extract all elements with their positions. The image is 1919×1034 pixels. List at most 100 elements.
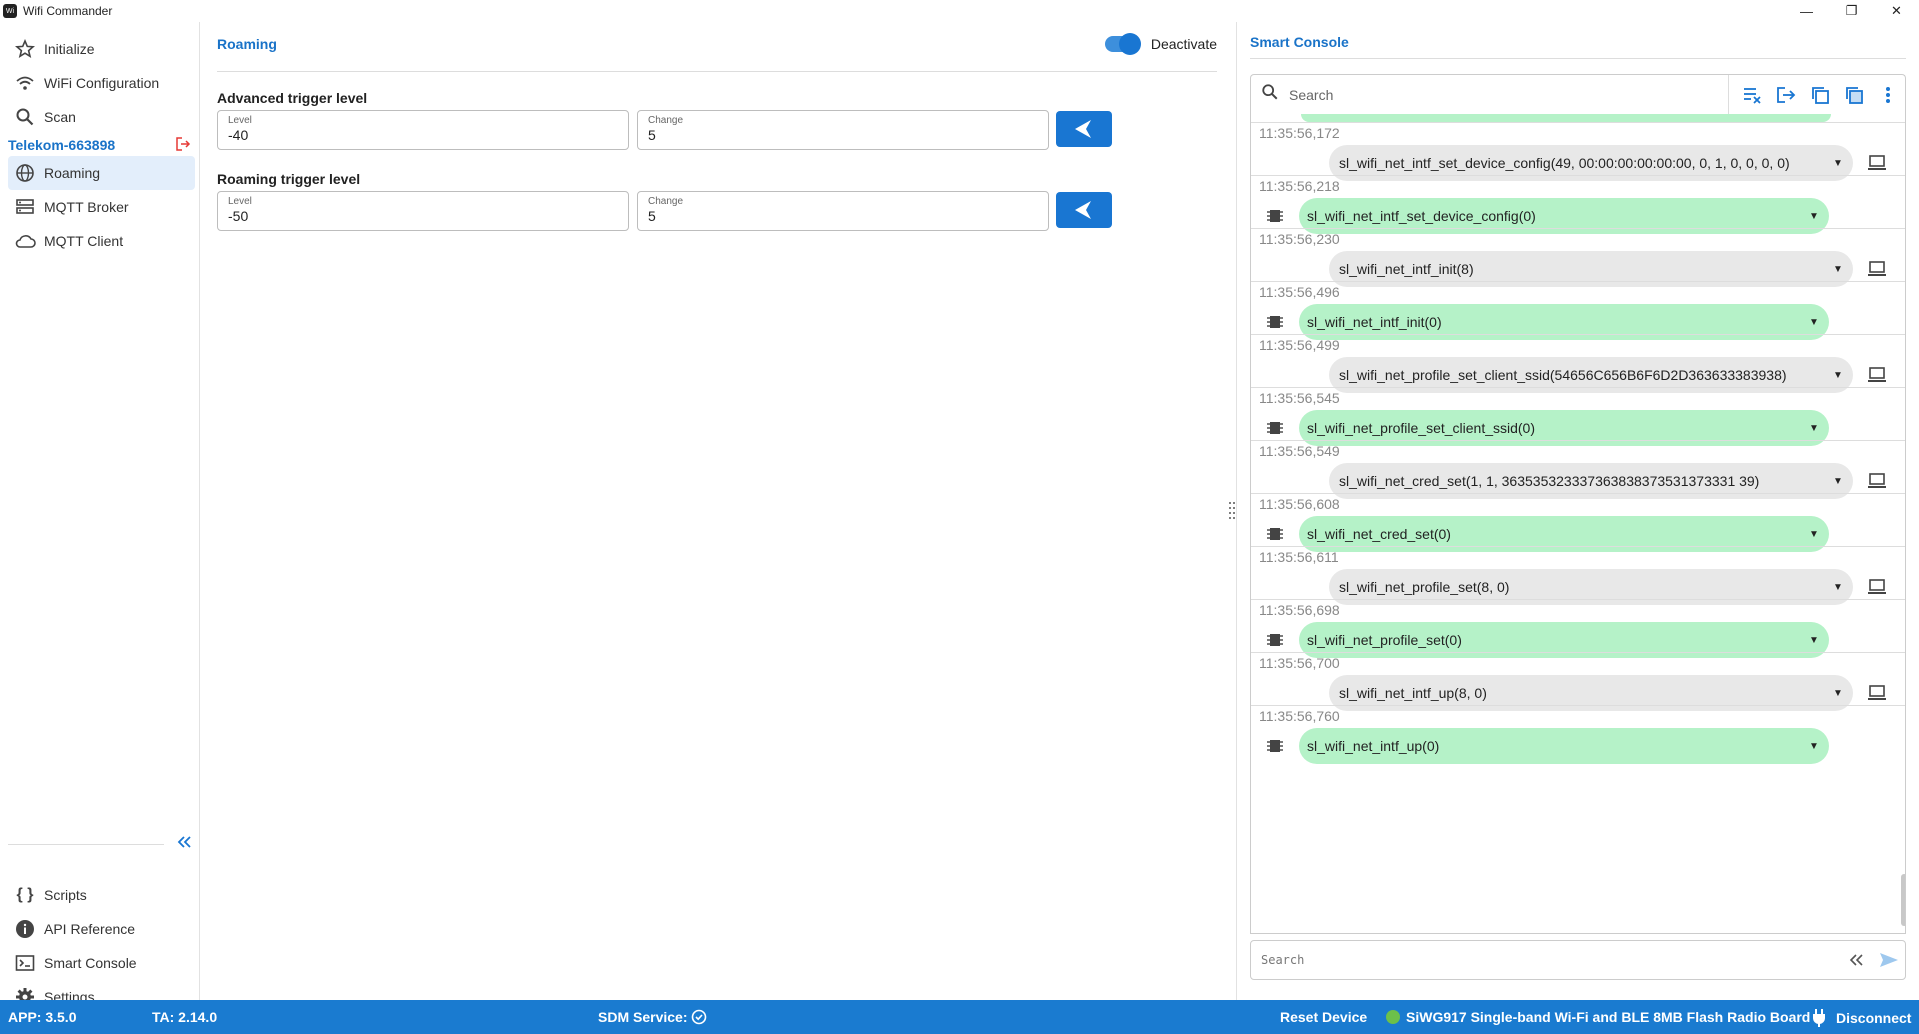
console-log[interactable]: 11:35:56,172 sl_wifi_net_intf_set_device_…: [1250, 114, 1906, 934]
computer-icon: [1867, 259, 1887, 279]
entry-text: sl_wifi_net_cred_set(1, 1, 3635353233373…: [1339, 473, 1760, 489]
device-chip-icon: [1265, 418, 1285, 438]
entry-timestamp: 11:35:56,611: [1259, 549, 1339, 565]
sidebar-item-roaming[interactable]: Roaming: [8, 156, 195, 190]
close-button[interactable]: ✕: [1874, 0, 1919, 22]
expand-chevron-icon[interactable]: ▼: [1823, 476, 1853, 487]
expand-chevron-icon[interactable]: ▼: [1823, 264, 1853, 275]
app-version: APP: 3.5.0: [8, 1009, 77, 1025]
cloud-icon: [14, 230, 36, 252]
status-bar: APP: 3.5.0 TA: 2.14.0 SDM Service: Reset…: [0, 1000, 1919, 1034]
entry-timestamp: 11:35:56,218: [1259, 178, 1340, 194]
device-name: Telekom-663898: [8, 137, 116, 153]
entry-timestamp: 11:35:56,172: [1259, 125, 1340, 141]
device-chip-icon: [1265, 206, 1285, 226]
sidebar-item-label: Roaming: [44, 165, 101, 181]
roaming-level-field[interactable]: Level -50: [217, 191, 629, 231]
export-icon[interactable]: [1769, 86, 1803, 104]
board-info: SiWG917 Single-band Wi-Fi and BLE 8MB Fl…: [1386, 1009, 1810, 1025]
board-icon: [1386, 1010, 1400, 1024]
search-icon: [14, 106, 36, 128]
sidebar-item-label: MQTT Client: [44, 233, 124, 249]
plug-icon: [1813, 1009, 1825, 1027]
sdm-service-label: SDM Service:: [598, 1009, 688, 1025]
app-icon: Wi: [3, 4, 17, 18]
deactivate-label: Deactivate: [1150, 36, 1217, 52]
entry-timestamp: 11:35:56,499: [1259, 337, 1340, 353]
expand-chevron-icon[interactable]: ▼: [1799, 211, 1829, 222]
command-input[interactable]: Search: [1261, 953, 1841, 967]
copy-all-icon[interactable]: [1803, 86, 1837, 104]
sidebar-item-wifi-configuration[interactable]: WiFi Configuration: [0, 66, 199, 100]
response-bubble[interactable]: sl_wifi_net_intf_up(0) ▼: [1299, 728, 1829, 764]
entry-timestamp: 11:35:56,700: [1259, 655, 1340, 671]
apply-roaming-button[interactable]: [1056, 192, 1112, 228]
deactivate-toggle[interactable]: [1104, 33, 1141, 55]
copy-selected-icon[interactable]: [1837, 86, 1871, 104]
panel-splitter[interactable]: [1228, 500, 1236, 520]
expand-chevron-icon[interactable]: ▼: [1823, 582, 1853, 593]
entry-timestamp: 11:35:56,760: [1259, 708, 1340, 724]
disconnect-label: Disconnect: [1836, 1010, 1912, 1026]
history-back-icon[interactable]: [1841, 952, 1873, 968]
apply-advanced-button[interactable]: [1056, 111, 1112, 147]
sidebar-item-api-reference[interactable]: API Reference: [0, 912, 200, 946]
advanced-level-field[interactable]: Level -40: [217, 110, 629, 150]
disconnect-button[interactable]: Disconnect: [1812, 1009, 1911, 1027]
console-search-input[interactable]: Search: [1289, 87, 1728, 103]
sidebar-item-smart-console[interactable]: Smart Console: [0, 946, 200, 980]
field-value: 5: [648, 208, 656, 224]
entry-text: sl_wifi_net_intf_init(8): [1339, 261, 1474, 277]
computer-icon: [1867, 365, 1887, 385]
sidebar-collapse-row: [8, 834, 194, 855]
console-scrollbar[interactable]: [1901, 874, 1905, 926]
send-icon: [1075, 201, 1091, 219]
sidebar-item-label: MQTT Broker: [44, 199, 129, 215]
roaming-trigger-label: Roaming trigger level: [217, 171, 361, 187]
expand-chevron-icon[interactable]: ▼: [1823, 158, 1853, 169]
collapse-sidebar-icon[interactable]: [176, 834, 194, 855]
window-title: Wifi Commander: [23, 4, 113, 18]
entry-text: sl_wifi_net_profile_set_client_ssid(5465…: [1339, 367, 1787, 383]
more-options-icon[interactable]: [1871, 86, 1905, 104]
command-bar: Search: [1250, 940, 1906, 980]
console-search: Search: [1250, 74, 1906, 115]
entry-text: sl_wifi_net_intf_up(0): [1307, 738, 1440, 754]
sidebar-item-scripts[interactable]: { } Scripts: [0, 878, 200, 912]
entry-text: sl_wifi_net_intf_set_device_config(49, 0…: [1339, 155, 1790, 171]
computer-icon: [1867, 471, 1887, 491]
disconnect-device-icon[interactable]: [175, 136, 191, 155]
advanced-change-field[interactable]: Change 5: [637, 110, 1049, 150]
sidebar-item-label: Smart Console: [44, 955, 137, 971]
expand-chevron-icon[interactable]: ▼: [1799, 317, 1829, 328]
device-header: Telekom-663898: [0, 134, 199, 156]
roaming-change-field[interactable]: Change 5: [637, 191, 1049, 231]
expand-chevron-icon[interactable]: ▼: [1799, 741, 1829, 752]
send-command-icon[interactable]: [1873, 951, 1905, 969]
maximize-button[interactable]: ❐: [1829, 0, 1874, 22]
clear-log-icon[interactable]: [1735, 86, 1769, 104]
expand-chevron-icon[interactable]: ▼: [1799, 635, 1829, 646]
star-icon: [14, 38, 36, 60]
sidebar-item-mqtt-client[interactable]: MQTT Client: [0, 224, 199, 258]
sidebar-item-label: Initialize: [44, 41, 95, 57]
advanced-trigger-label: Advanced trigger level: [217, 90, 368, 106]
sidebar-item-label: WiFi Configuration: [44, 75, 160, 91]
entry-text: sl_wifi_net_profile_set(0): [1307, 632, 1462, 648]
computer-icon: [1867, 683, 1887, 703]
expand-chevron-icon[interactable]: ▼: [1799, 423, 1829, 434]
entry-timestamp: 11:35:56,545: [1259, 390, 1340, 406]
expand-chevron-icon[interactable]: ▼: [1799, 529, 1829, 540]
send-icon: [1075, 120, 1091, 138]
reset-device-button[interactable]: Reset Device: [1280, 1009, 1367, 1025]
minimize-button[interactable]: —: [1784, 0, 1829, 22]
sidebar-item-label: Scan: [44, 109, 76, 125]
server-icon: [14, 196, 36, 218]
sidebar-item-scan[interactable]: Scan: [0, 100, 199, 134]
sidebar-item-initialize[interactable]: Initialize: [0, 32, 199, 66]
expand-chevron-icon[interactable]: ▼: [1823, 370, 1853, 381]
deactivate-toggle-wrap: Deactivate: [1104, 33, 1217, 55]
expand-chevron-icon[interactable]: ▼: [1823, 688, 1853, 699]
sidebar-item-mqtt-broker[interactable]: MQTT Broker: [0, 190, 199, 224]
device-chip-icon: [1265, 630, 1285, 650]
